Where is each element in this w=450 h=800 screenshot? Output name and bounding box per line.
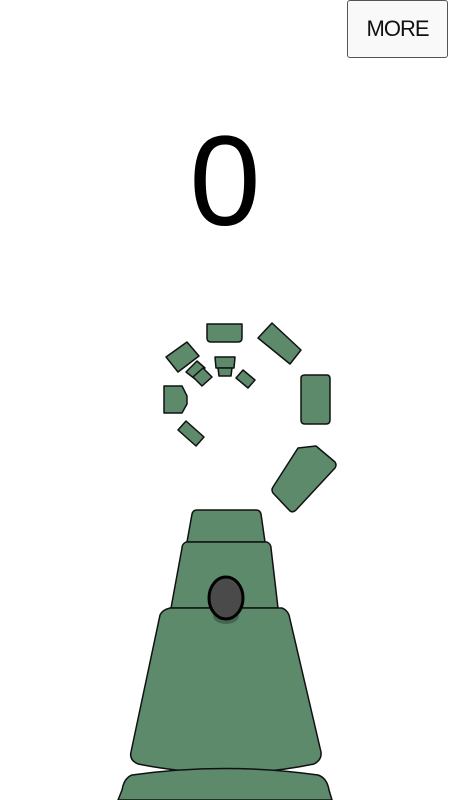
track-tile-near-3: [129, 607, 322, 774]
score-counter: 0: [189, 110, 261, 253]
track-tile-far-1: [206, 323, 243, 343]
track-tile-far-10: [214, 356, 236, 369]
track-tile-far-4: [271, 445, 337, 513]
ball-icon: [207, 575, 245, 621]
more-button[interactable]: MORE: [347, 0, 448, 58]
track-tile-near-4: [117, 767, 333, 800]
track-tile-near-1: [186, 509, 266, 543]
track-tile-far-2: [257, 322, 302, 365]
track-tile-far-6: [163, 385, 188, 414]
track-tile-far-3: [300, 374, 331, 425]
track-tile-far-12: [235, 369, 256, 389]
track-tile-far-11: [217, 367, 233, 377]
game-stage[interactable]: 0 MORE: [0, 0, 450, 800]
track-tile-far-7: [177, 420, 205, 447]
